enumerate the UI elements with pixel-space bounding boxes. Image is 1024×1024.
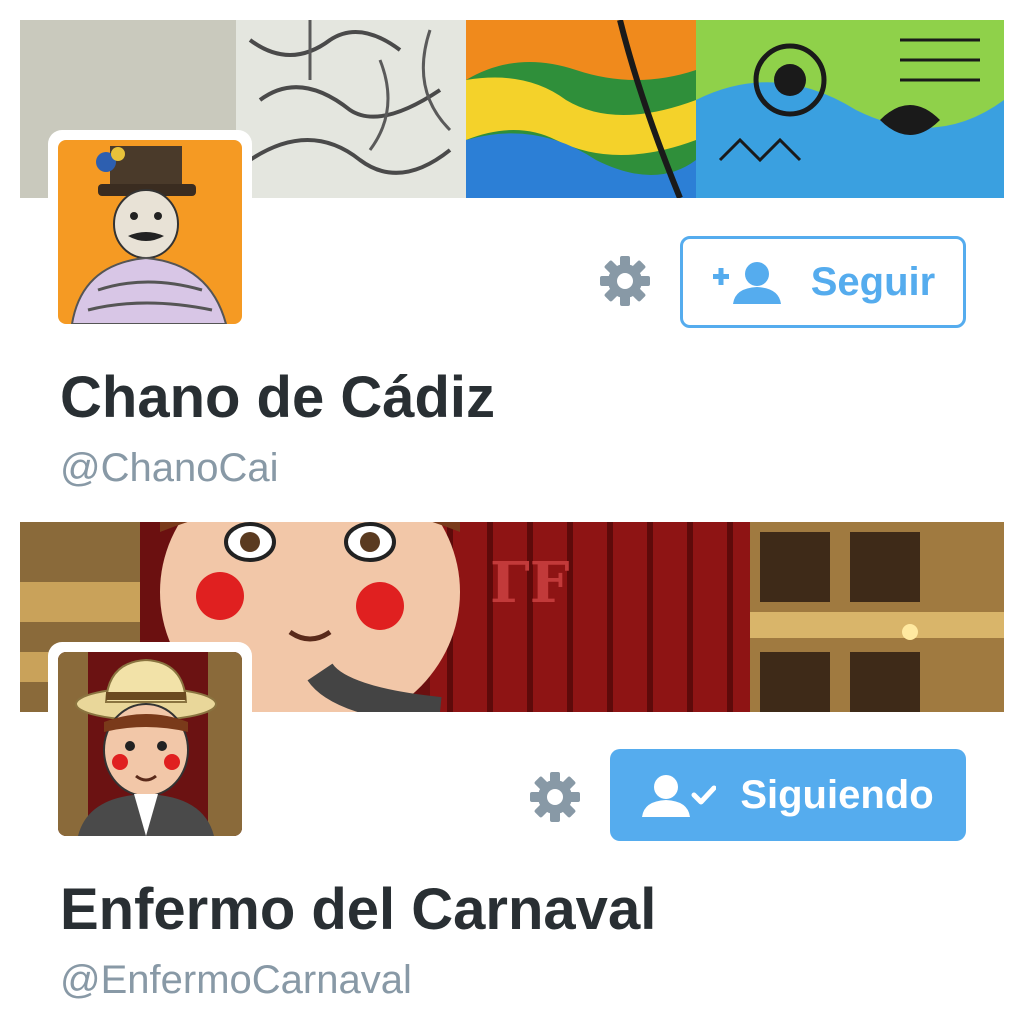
follow-button[interactable]: Seguir (680, 236, 966, 328)
follow-button-label: Seguir (810, 259, 936, 304)
user-handle: @EnfermoCarnaval (60, 958, 412, 1002)
profile-avatar[interactable] (48, 642, 252, 846)
gear-icon[interactable] (528, 770, 582, 824)
user-check-icon (642, 773, 717, 817)
user-handle: @ChanoCai (60, 446, 279, 490)
gear-icon[interactable] (598, 254, 652, 308)
svg-text:ΓF: ΓF (490, 550, 570, 616)
profile-avatar[interactable] (48, 130, 252, 334)
following-button-label: Siguiendo (740, 772, 934, 817)
following-button[interactable]: Siguiendo (610, 749, 966, 841)
profile-card-enfermo: ΓF Siguiendo Enfermo del Carnaval @Enfer… (0, 512, 1024, 1024)
display-name: Chano de Cádiz (60, 365, 496, 430)
add-user-icon (711, 260, 787, 304)
display-name: Enfermo del Carnaval (60, 877, 657, 942)
profile-card-chano: Seguir Chano de Cádiz @ChanoCai (0, 0, 1024, 512)
